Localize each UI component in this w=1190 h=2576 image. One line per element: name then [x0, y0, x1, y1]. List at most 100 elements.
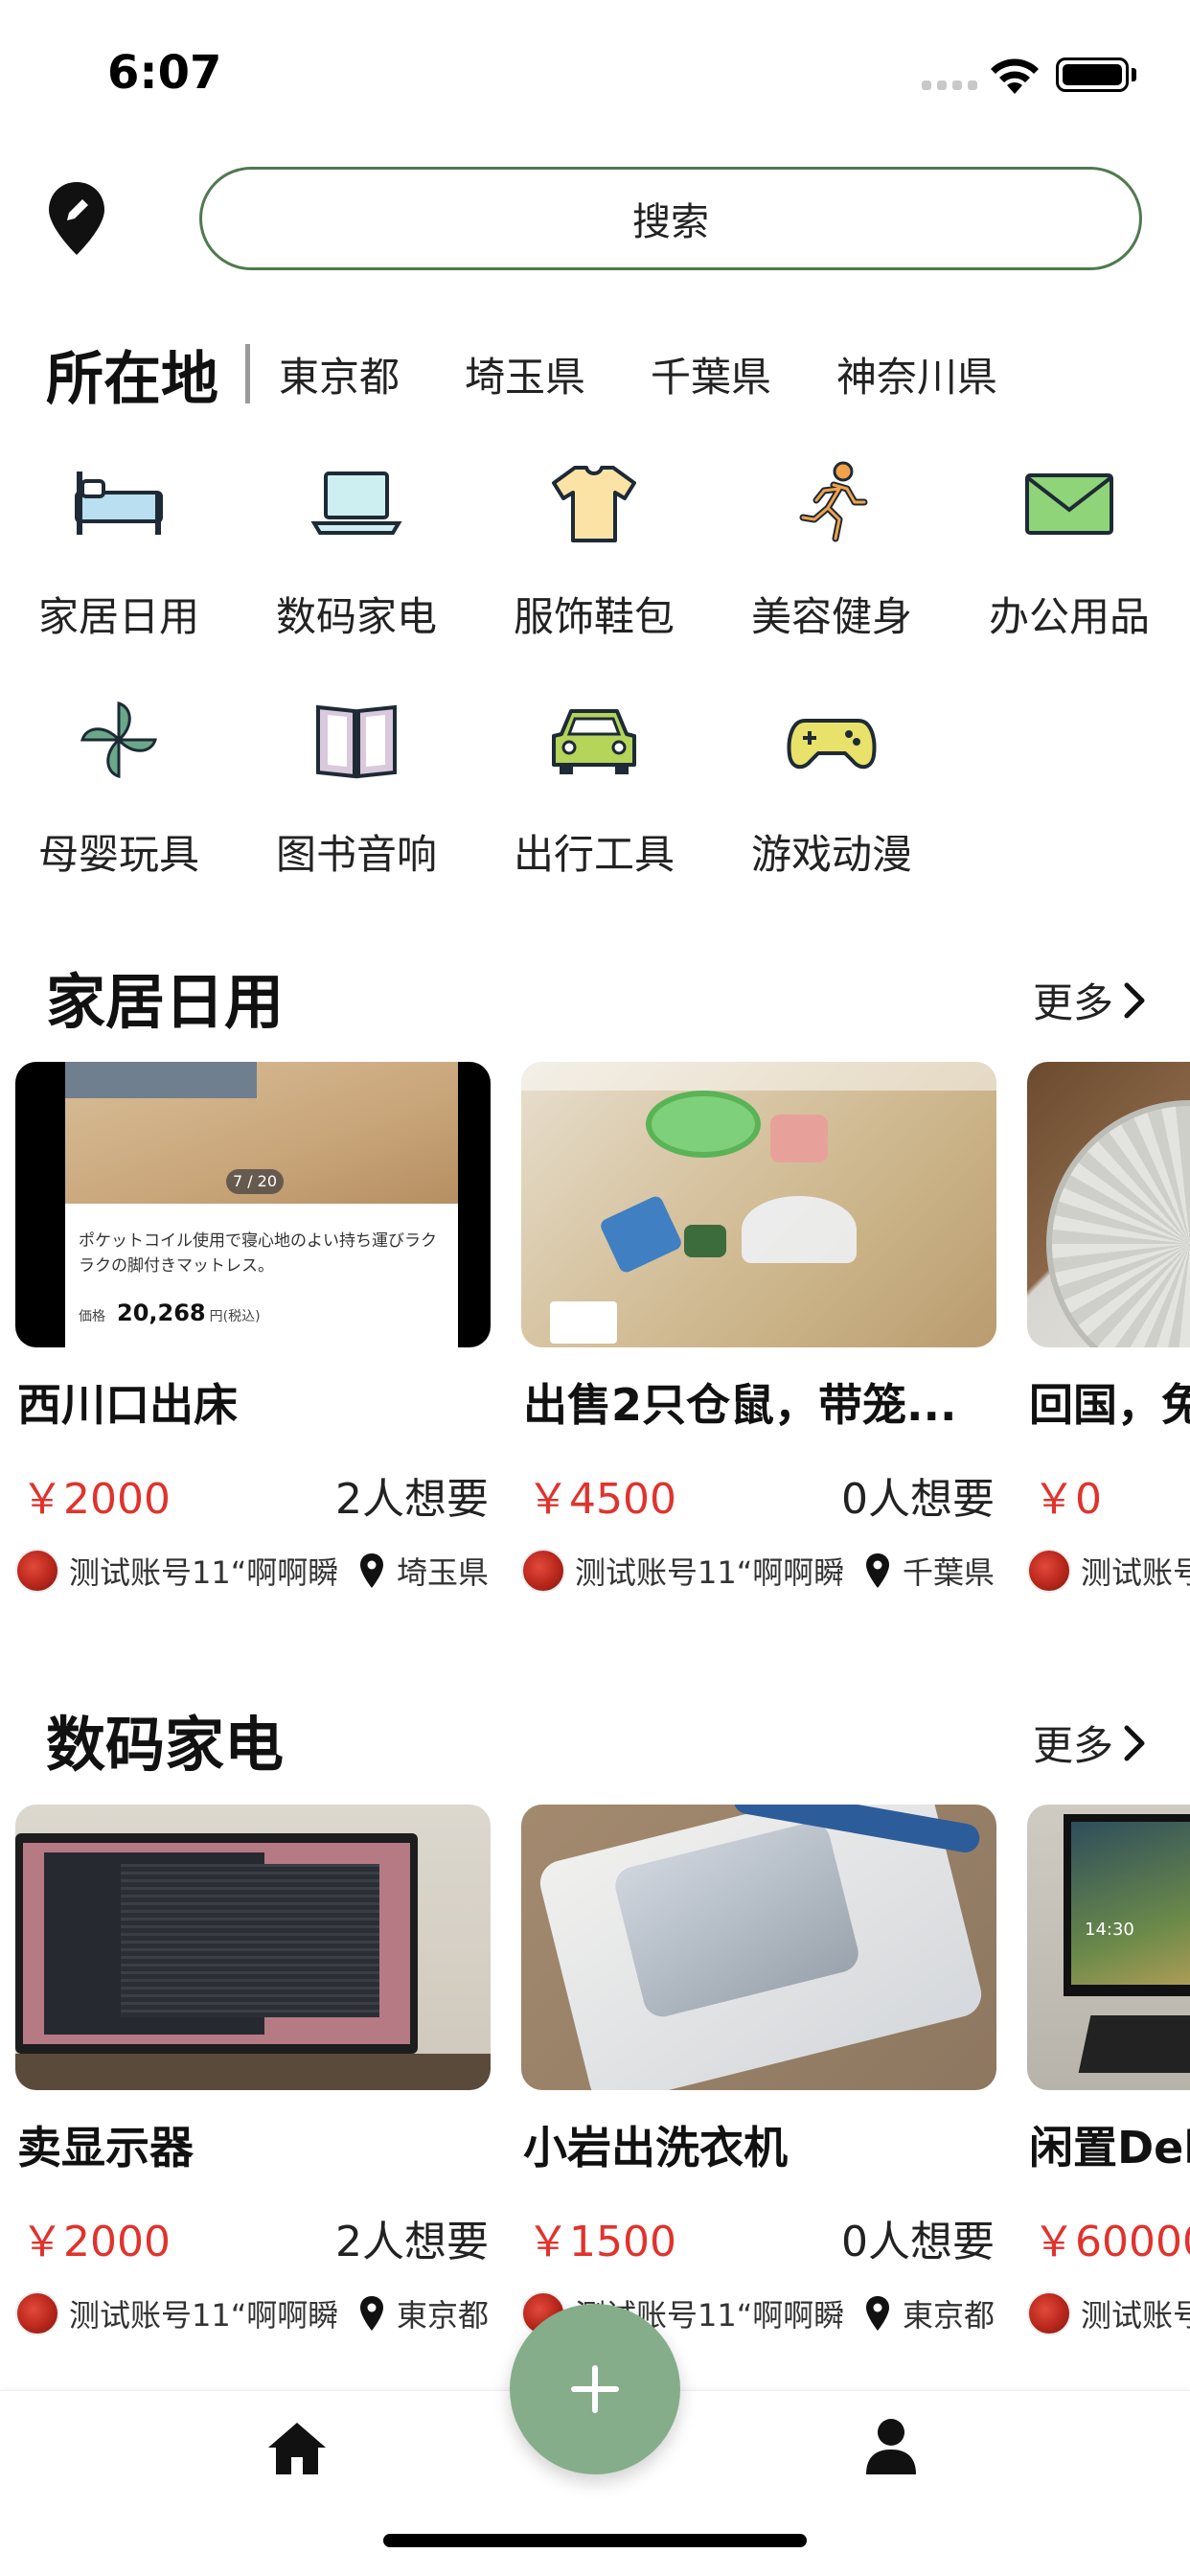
category-transport[interactable]: 出行工具: [475, 688, 713, 899]
laptop-icon: [310, 472, 402, 535]
location-label: 千葉県: [902, 1554, 995, 1591]
product-wants: 0人想要: [841, 2218, 995, 2266]
avatar: [1027, 2291, 1071, 2335]
product-wants: 2人想要: [335, 2218, 489, 2266]
image-clock-text: 14:30: [1085, 1920, 1134, 1940]
seller-info: 测试账号11“啊啊瞬: [15, 1549, 338, 1593]
product-card[interactable]: 回国，免 ￥0 测试账号: [1027, 1062, 1190, 1637]
category-label: 图书音响: [275, 831, 437, 878]
seller-info: 测试账号11“啊啊瞬: [15, 2291, 338, 2335]
location-pin-icon: [865, 2296, 889, 2331]
category-label: 服饰鞋包: [513, 593, 675, 640]
category-baby-toys[interactable]: 母婴玩具: [0, 688, 238, 899]
status-time: 6:07: [107, 46, 222, 100]
avatar: [1027, 1549, 1071, 1593]
add-listing-button[interactable]: [510, 2304, 680, 2474]
category-label: 出行工具: [513, 831, 675, 878]
product-card[interactable]: 卖显示器 ￥2000 2人想要 测试账号11“啊啊瞬 東京都: [15, 1805, 491, 2380]
product-image[interactable]: [1027, 1062, 1190, 1347]
more-label: 更多: [1032, 1722, 1113, 1769]
category-digital[interactable]: 数码家电: [238, 450, 475, 661]
location-label: 東京都: [902, 2297, 995, 2334]
product-price: ￥60000: [1033, 2218, 1190, 2266]
product-image[interactable]: 7 / 20 ポケットコイル使用で寝心地のよい持ち運びラクラクの脚付きマットレス…: [15, 1062, 491, 1347]
product-image[interactable]: [521, 1062, 996, 1347]
product-location: 東京都: [358, 2291, 489, 2335]
cellular-signal-icon: [922, 80, 977, 90]
product-location: 千葉県: [864, 1549, 995, 1593]
category-apparel[interactable]: 服饰鞋包: [475, 450, 713, 661]
product-price: ￥2000: [21, 2218, 171, 2266]
more-button[interactable]: 更多: [1033, 971, 1148, 1029]
image-pager: 7 / 20: [226, 1169, 284, 1194]
seller-name: 测试账号: [1081, 1554, 1190, 1591]
product-price: ￥0: [1033, 1475, 1102, 1524]
seller-name: 测试账号11“啊啊瞬: [69, 1554, 339, 1591]
product-card[interactable]: 小岩出洗衣机 ￥1500 0人想要 测试账号11“啊啊瞬 東京都: [521, 1805, 996, 2380]
location-option-saitama[interactable]: 埼玉県: [465, 345, 585, 403]
product-title: 卖显示器: [17, 2122, 194, 2174]
user-icon[interactable]: [864, 2417, 918, 2476]
location-pin-icon: [359, 2296, 383, 2331]
category-beauty-fitness[interactable]: 美容健身: [713, 450, 950, 661]
product-wants: 2人想要: [335, 1475, 489, 1524]
category-label: 家居日用: [37, 593, 199, 640]
seller-info: 测试账号: [1027, 2291, 1190, 2335]
gamepad-icon: [787, 719, 877, 770]
category-games-anime[interactable]: 游戏动漫: [713, 688, 950, 899]
avatar: [15, 1549, 59, 1593]
section-title: 数码家电: [46, 1710, 285, 1780]
location-label: 埼玉県: [396, 1554, 489, 1591]
envelope-icon: [1025, 473, 1113, 535]
product-price: ￥2000: [21, 1475, 171, 1524]
home-icon[interactable]: [266, 2419, 328, 2476]
battery-cap: [1132, 68, 1136, 81]
location-pin-icon: [865, 1553, 889, 1588]
more-button[interactable]: 更多: [1033, 1714, 1148, 1772]
location-option-chiba[interactable]: 千葉県: [651, 345, 771, 403]
category-office[interactable]: 办公用品: [950, 450, 1188, 661]
category-label: 美容健身: [750, 593, 912, 640]
seller-name: 测试账号: [1081, 2297, 1190, 2334]
search-input[interactable]: 搜索: [199, 167, 1142, 270]
product-card[interactable]: 7 / 20 ポケットコイル使用で寝心地のよい持ち運びラクラクの脚付きマットレス…: [15, 1062, 491, 1637]
location-option-kanagawa[interactable]: 神奈川県: [836, 345, 997, 403]
chevron-right-icon: [1124, 1725, 1145, 1760]
product-image[interactable]: [15, 1805, 491, 2090]
product-card[interactable]: 出售2只仓鼠，带笼... ￥4500 0人想要 测试账号11“啊啊瞬 千葉県: [521, 1062, 996, 1637]
section-title: 家居日用: [46, 967, 285, 1037]
location-label: 東京都: [396, 2297, 489, 2334]
location-pin-icon[interactable]: [46, 180, 107, 257]
book-icon: [316, 704, 397, 779]
seller-info: 测试账号: [1027, 1549, 1190, 1593]
category-home[interactable]: 家居日用: [0, 450, 238, 661]
category-books-audio[interactable]: 图书音响: [238, 688, 475, 899]
avatar: [15, 2291, 59, 2335]
product-price: ￥1500: [527, 2218, 676, 2266]
product-image[interactable]: [521, 1805, 996, 2090]
status-bar: 6:07: [0, 0, 1190, 144]
location-title: 所在地: [46, 345, 218, 413]
location-pin-icon: [359, 1553, 383, 1588]
location-filter: 所在地 東京都 埼玉県 千葉県 神奈川県: [46, 331, 1063, 417]
running-icon: [799, 461, 868, 542]
product-card[interactable]: 14:30 闲置Del ￥60000 测试账号: [1027, 1805, 1190, 2380]
image-price-line: 価格 20,268 円(税込): [79, 1300, 261, 1326]
car-icon: [552, 709, 636, 774]
wifi-icon: [991, 58, 1039, 94]
product-location: 東京都: [864, 2291, 995, 2335]
product-wants: 0人想要: [841, 1475, 995, 1524]
product-row-home: 7 / 20 ポケットコイル使用で寝心地のよい持ち運びラクラクの脚付きマットレス…: [0, 1062, 1190, 1656]
product-location: 埼玉県: [358, 1549, 489, 1593]
seller-name: 测试账号11“啊啊瞬: [69, 2297, 339, 2334]
tshirt-icon: [552, 466, 636, 542]
product-price: ￥4500: [527, 1475, 676, 1524]
location-option-tokyo[interactable]: 東京都: [279, 345, 400, 403]
product-image[interactable]: 14:30: [1027, 1805, 1190, 2090]
battery-icon: [1056, 58, 1129, 92]
home-indicator: [383, 2534, 807, 2547]
category-label: 母婴玩具: [37, 831, 199, 878]
product-title: 出售2只仓鼠，带笼...: [523, 1379, 957, 1431]
seller-name: 测试账号11“啊啊瞬: [575, 1554, 845, 1591]
product-title: 小岩出洗衣机: [523, 2122, 788, 2174]
